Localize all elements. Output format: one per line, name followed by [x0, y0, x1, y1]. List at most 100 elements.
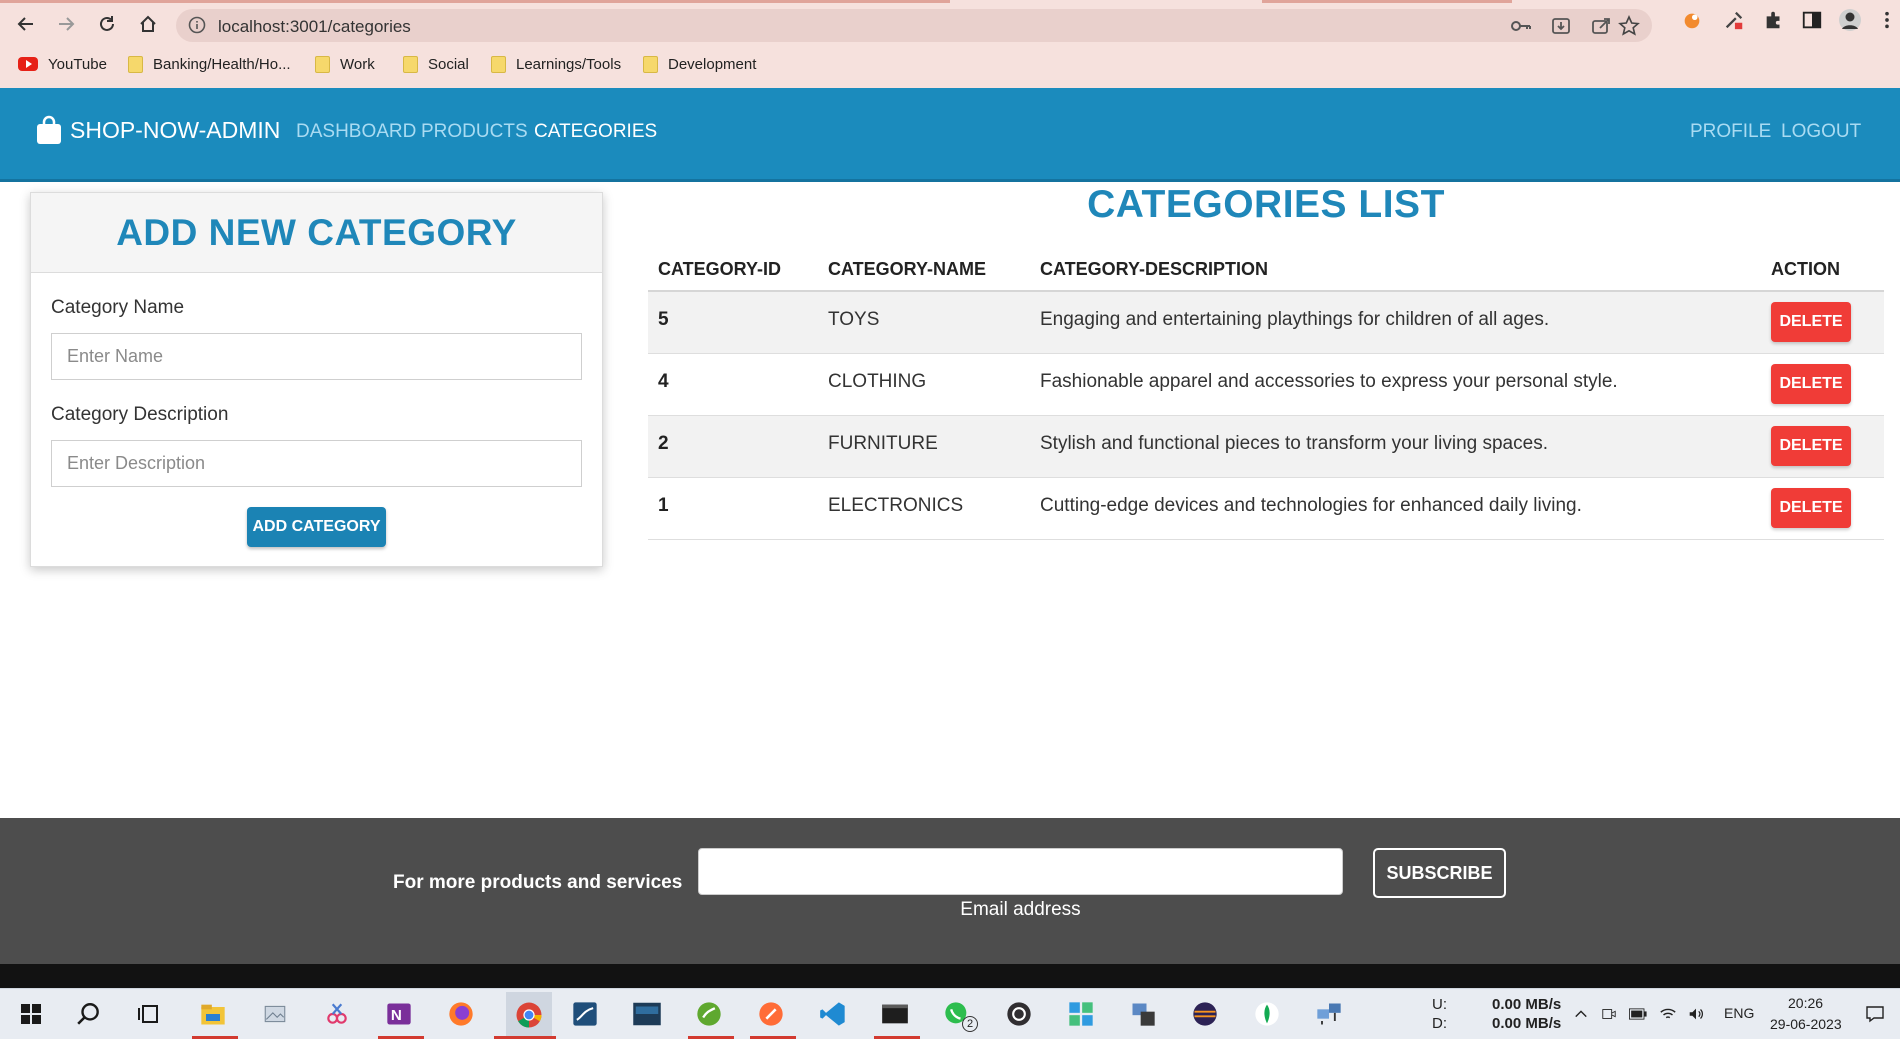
- eclipse-icon[interactable]: [1188, 997, 1222, 1031]
- clock-date[interactable]: 29-06-2023: [1770, 1016, 1842, 1032]
- brand-logo[interactable]: SHOP-NOW-ADMIN: [36, 115, 280, 145]
- nav-link-categories[interactable]: CATEGORIES: [534, 121, 657, 143]
- chrome-icon[interactable]: [506, 992, 552, 1037]
- obs-studio-icon[interactable]: [1002, 997, 1036, 1031]
- bookmarks-bar: YouTube Banking/Health/Ho... Work Social…: [0, 52, 1900, 78]
- reload-button[interactable]: [93, 10, 121, 38]
- start-windows-icon[interactable]: [14, 997, 48, 1031]
- action-cell: DELETE: [1761, 477, 1884, 540]
- folder-icon: [491, 55, 506, 73]
- footer-bottom-bar: [0, 964, 1900, 988]
- bookmark-label: Banking/Health/Ho...: [153, 55, 291, 73]
- browser-menu-icon[interactable]: [1880, 8, 1894, 32]
- network-tool-icon[interactable]: [1126, 997, 1160, 1031]
- extension-eyedropper-icon[interactable]: [1722, 8, 1746, 32]
- wifi-icon[interactable]: [1656, 997, 1680, 1031]
- forward-arrow-icon: [59, 17, 75, 31]
- category-id: 2: [648, 415, 818, 478]
- bookmark-youtube[interactable]: YouTube: [18, 52, 107, 76]
- home-icon: [140, 15, 156, 32]
- snipping-tool-icon[interactable]: [320, 997, 354, 1031]
- add-category-card: ADD NEW CATEGORY Category Name Category …: [30, 192, 603, 567]
- password-key-icon[interactable]: [1510, 15, 1532, 37]
- mysql-shell-icon[interactable]: [630, 997, 664, 1031]
- back-button[interactable]: [12, 10, 40, 38]
- table-row: 1 ELECTRONICS Cutting-edge devices and t…: [648, 477, 1884, 540]
- task-view-icon[interactable]: [132, 997, 166, 1031]
- spring-tool-suite-icon[interactable]: [692, 997, 726, 1031]
- notification-center-icon[interactable]: [1862, 997, 1888, 1031]
- bookmark-development[interactable]: Development: [643, 52, 756, 76]
- email-input[interactable]: [698, 848, 1343, 895]
- folder-icon: [315, 55, 330, 73]
- bookmark-social[interactable]: Social: [403, 52, 469, 76]
- remote-desktop-icon[interactable]: [1312, 997, 1346, 1031]
- profile-avatar-icon[interactable]: [1838, 8, 1862, 32]
- bookmark-work[interactable]: Work: [315, 52, 375, 76]
- category-description-input[interactable]: [51, 440, 582, 487]
- nav-link-dashboard[interactable]: DASHBOARD: [296, 121, 416, 143]
- share-icon[interactable]: [1590, 15, 1612, 37]
- search-icon[interactable]: [72, 997, 106, 1031]
- category-description: Engaging and entertaining playthings for…: [1030, 291, 1761, 354]
- bookmark-label: Work: [340, 55, 375, 73]
- bookmark-label: Social: [428, 55, 469, 73]
- battery-icon[interactable]: [1626, 997, 1650, 1031]
- mongodb-compass-icon[interactable]: [1250, 997, 1284, 1031]
- add-category-button[interactable]: ADD CATEGORY: [247, 507, 386, 547]
- column-header-action: ACTION: [1761, 248, 1884, 292]
- address-bar[interactable]: localhost:3001/categories: [176, 9, 1652, 42]
- category-name-label: Category Name: [51, 297, 185, 318]
- delete-button[interactable]: DELETE: [1771, 487, 1851, 528]
- terminal-icon[interactable]: [878, 997, 912, 1031]
- category-description: Stylish and functional pieces to transfo…: [1030, 415, 1761, 478]
- nav-link-products[interactable]: PRODUCTS: [421, 121, 528, 143]
- home-button[interactable]: [134, 10, 162, 38]
- bookmark-label: Development: [668, 55, 757, 73]
- whatsapp-icon[interactable]: 2: [940, 997, 978, 1032]
- delete-button[interactable]: DELETE: [1771, 302, 1851, 342]
- onenote-icon[interactable]: N: [382, 997, 416, 1031]
- install-app-icon[interactable]: [1550, 15, 1572, 37]
- clock-time[interactable]: 20:26: [1788, 995, 1823, 1011]
- photos-app-icon[interactable]: [258, 997, 292, 1031]
- action-cell: DELETE: [1761, 353, 1884, 416]
- bookmark-learnings[interactable]: Learnings/Tools: [491, 52, 621, 76]
- action-cell: DELETE: [1761, 291, 1884, 354]
- app-navbar: SHOP-NOW-ADMIN DASHBOARD PRODUCTS CATEGO…: [0, 88, 1900, 182]
- back-arrow-icon: [17, 17, 33, 31]
- category-description: Cutting-edge devices and technologies fo…: [1030, 477, 1761, 540]
- language-indicator[interactable]: ENG: [1724, 1005, 1754, 1021]
- sourcetree-icon[interactable]: [1064, 997, 1098, 1031]
- bookmark-banking[interactable]: Banking/Health/Ho...: [128, 52, 291, 76]
- delete-button[interactable]: DELETE: [1771, 425, 1851, 466]
- show-hidden-icons-chevron-icon[interactable]: [1570, 997, 1592, 1031]
- email-label: Email address: [960, 899, 1081, 920]
- nav-link-logout[interactable]: LOGOUT: [1781, 121, 1861, 143]
- bookmark-label: YouTube: [48, 55, 107, 73]
- firefox-icon[interactable]: [444, 997, 478, 1031]
- delete-button[interactable]: DELETE: [1771, 363, 1851, 404]
- category-name-input[interactable]: [51, 333, 582, 380]
- site-info-icon[interactable]: [188, 16, 206, 34]
- table-row: 4 CLOTHING Fashionable apparel and acces…: [648, 353, 1884, 416]
- vscode-icon[interactable]: [816, 997, 850, 1031]
- network-up-speed: 0.00 MB/s: [1492, 996, 1562, 1013]
- forward-button[interactable]: [52, 10, 80, 38]
- extensions-puzzle-icon[interactable]: [1762, 8, 1786, 32]
- side-panel-icon[interactable]: [1800, 8, 1824, 32]
- file-explorer-icon[interactable]: [196, 997, 230, 1031]
- bookmark-star-icon[interactable]: [1618, 15, 1640, 37]
- category-id: 4: [648, 353, 818, 416]
- postman-icon[interactable]: [754, 997, 788, 1031]
- extension-flame-icon[interactable]: [1680, 8, 1704, 32]
- folder-icon: [128, 55, 143, 73]
- nav-link-profile[interactable]: PROFILE: [1690, 121, 1771, 143]
- volume-icon[interactable]: [1684, 997, 1708, 1031]
- meet-now-icon[interactable]: [1598, 997, 1620, 1031]
- mysql-workbench-icon[interactable]: [568, 997, 602, 1031]
- brand-name: SHOP-NOW-ADMIN: [70, 116, 281, 143]
- subscribe-button[interactable]: SUBSCRIBE: [1373, 848, 1506, 898]
- reload-icon: [100, 16, 114, 31]
- category-name: ELECTRONICS: [818, 477, 1030, 540]
